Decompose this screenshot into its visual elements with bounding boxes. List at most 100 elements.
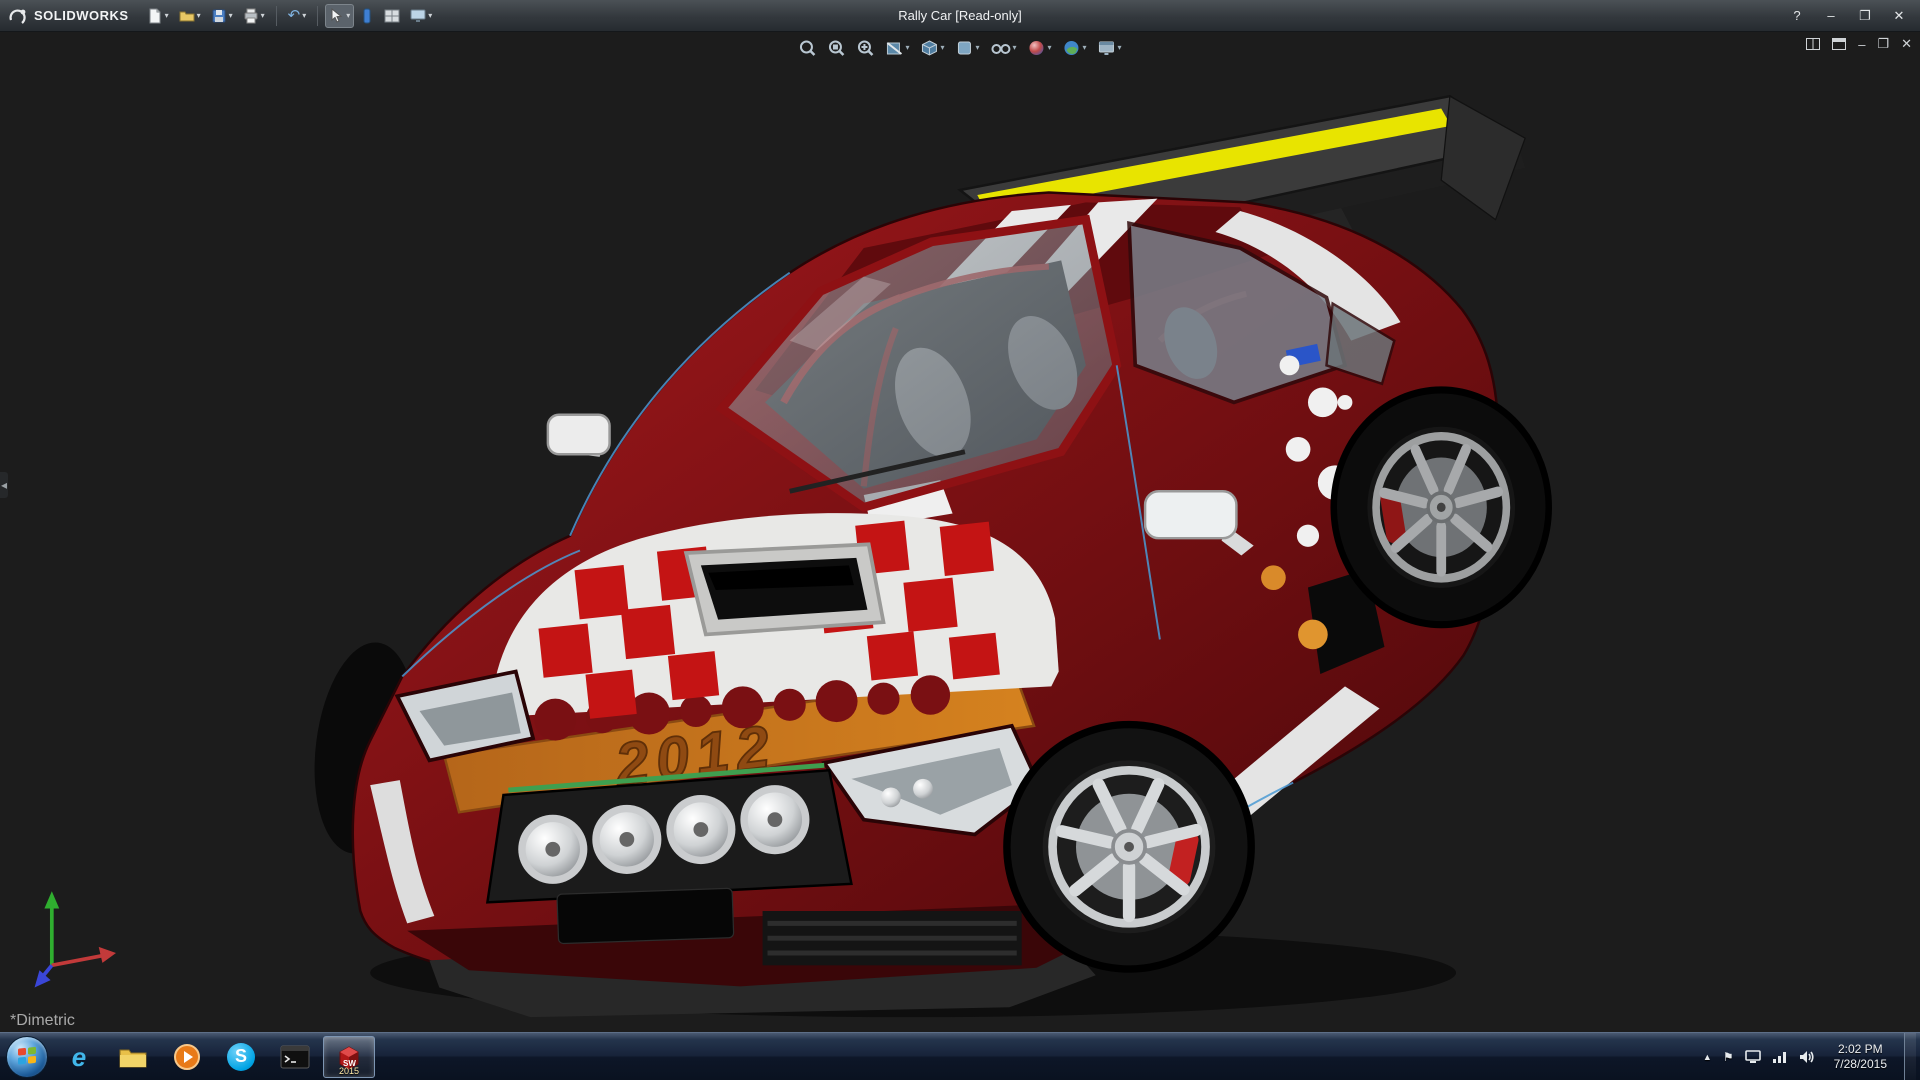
doc-restore-button[interactable]: ❐	[1877, 36, 1889, 52]
dropdown-caret-icon[interactable]: ▾	[229, 12, 233, 20]
dropdown-caret-icon[interactable]: ▾	[165, 12, 169, 20]
dropdown-caret-icon[interactable]: ▾	[940, 44, 944, 52]
edit-appearance-button[interactable]: ▾	[1026, 37, 1054, 59]
license-plate	[557, 888, 734, 943]
grid-display-button[interactable]	[380, 4, 404, 28]
skype-icon: S	[227, 1043, 255, 1071]
window-title: Rally Car [Read-only]	[898, 8, 1022, 23]
display-tray-icon[interactable]	[1745, 1050, 1761, 1064]
grid-icon	[384, 8, 400, 24]
print-icon	[243, 8, 259, 24]
dropdown-caret-icon[interactable]: ▾	[975, 44, 979, 52]
view-settings-button[interactable]: ▾	[1096, 37, 1124, 59]
taskbar-item-internet-explorer[interactable]: e	[53, 1036, 105, 1078]
car-render: 2012	[0, 32, 1920, 1032]
titlebar: SOLIDWORKS ▾ ▾ ▾	[0, 0, 1920, 32]
monitor-icon	[410, 8, 426, 24]
dropdown-caret-icon[interactable]: ▾	[302, 12, 306, 20]
media-player-icon	[173, 1043, 201, 1071]
internet-explorer-icon: e	[72, 1044, 86, 1070]
apply-scene-button[interactable]: ▾	[1061, 37, 1089, 59]
clock-time: 2:02 PM	[1838, 1042, 1883, 1057]
undo-icon: ↶	[288, 8, 301, 23]
help-button[interactable]: ?	[1782, 5, 1812, 27]
brand-text: SOLIDWORKS	[34, 8, 129, 23]
zoom-in-out-icon	[856, 39, 874, 57]
dropdown-caret-icon[interactable]: ▾	[905, 44, 909, 52]
start-button[interactable]	[6, 1036, 48, 1078]
folder-icon	[118, 1044, 148, 1070]
system-tray: ▲ ⚑ 2:02 PM 7/28/2015	[1703, 1033, 1920, 1080]
open-folder-icon	[179, 8, 195, 24]
view-orientation-button[interactable]: ▾	[918, 37, 946, 59]
view-toggle-icon	[360, 8, 374, 24]
open-button[interactable]: ▾	[175, 4, 205, 28]
front-grille	[487, 765, 851, 902]
display-settings-button[interactable]: ▾	[406, 4, 436, 28]
toolbar-separator	[276, 6, 277, 26]
appearance-ball-icon	[1028, 39, 1046, 57]
network-tray-icon[interactable]	[1772, 1050, 1788, 1064]
solidworks-brand: SOLIDWORKS	[0, 6, 143, 26]
solidworks-logo-icon	[8, 6, 28, 26]
select-arrow-icon	[329, 8, 344, 23]
close-button[interactable]: ✕	[1884, 5, 1914, 27]
action-center-flag-icon[interactable]: ⚑	[1723, 1050, 1734, 1064]
print-button[interactable]: ▾	[239, 4, 269, 28]
minimize-button[interactable]: –	[1816, 5, 1846, 27]
solidworks-version-badge: 2015	[339, 1066, 359, 1076]
heads-up-view-toolbar: ▾ ▾ ▾ ▾	[790, 35, 1129, 61]
view-toggle-button[interactable]	[356, 4, 378, 28]
hood-scoop	[686, 544, 883, 634]
dropdown-caret-icon[interactable]: ▾	[1048, 44, 1052, 52]
zoom-area-icon	[827, 39, 845, 57]
view-orientation-label: *Dimetric	[10, 1012, 75, 1030]
show-desktop-button[interactable]	[1904, 1033, 1916, 1080]
view-settings-icon	[1098, 39, 1116, 57]
dropdown-caret-icon[interactable]: ▾	[346, 12, 350, 20]
section-view-button[interactable]: ▾	[883, 37, 911, 59]
zoom-to-fit-button[interactable]	[796, 37, 818, 59]
taskbar-item-media-player[interactable]	[161, 1036, 213, 1078]
pane-split-button[interactable]	[1806, 38, 1820, 50]
display-style-icon	[955, 39, 973, 57]
taskbar-item-solidworks-2015[interactable]: SW 2015	[323, 1036, 375, 1078]
dropdown-caret-icon[interactable]: ▾	[1118, 44, 1122, 52]
dropdown-caret-icon[interactable]: ▾	[1083, 44, 1087, 52]
save-icon	[211, 8, 227, 24]
taskbar-item-command-prompt[interactable]	[269, 1036, 321, 1078]
taskbar: e S SW 2015	[0, 1032, 1920, 1080]
view-cube-icon	[920, 39, 938, 57]
taskbar-item-skype[interactable]: S	[215, 1036, 267, 1078]
dropdown-caret-icon[interactable]: ▾	[197, 12, 201, 20]
section-view-icon	[885, 39, 903, 57]
dropdown-caret-icon[interactable]: ▾	[261, 12, 265, 20]
zoom-to-area-button[interactable]	[825, 37, 847, 59]
panel-collapse-arrow[interactable]: ◂	[0, 472, 8, 498]
glasses-icon	[990, 39, 1010, 57]
taskbar-clock[interactable]: 2:02 PM 7/28/2015	[1828, 1042, 1893, 1072]
rear-wheel	[1334, 390, 1549, 625]
display-style-button[interactable]: ▾	[953, 37, 981, 59]
graphics-viewport[interactable]: 2012	[0, 32, 1920, 1032]
restore-button[interactable]: ❐	[1850, 5, 1880, 27]
single-pane-icon	[1832, 38, 1846, 50]
dropdown-caret-icon[interactable]: ▾	[428, 12, 432, 20]
volume-tray-icon[interactable]	[1799, 1050, 1817, 1064]
doc-minimize-button[interactable]: –	[1858, 37, 1865, 52]
document-window-controls: – ❐ ✕	[1806, 36, 1912, 52]
window-controls: ? – ❐ ✕	[1782, 5, 1914, 27]
taskbar-item-windows-explorer[interactable]	[107, 1036, 159, 1078]
select-tool-button[interactable]: ▾	[325, 4, 354, 28]
pane-single-button[interactable]	[1832, 38, 1846, 50]
undo-button[interactable]: ↶ ▾	[284, 4, 311, 28]
tray-expand-icon[interactable]: ▲	[1703, 1052, 1712, 1062]
dropdown-caret-icon[interactable]: ▾	[1012, 44, 1016, 52]
split-pane-icon	[1806, 38, 1820, 50]
doc-close-button[interactable]: ✕	[1901, 36, 1912, 52]
hide-show-items-button[interactable]: ▾	[988, 37, 1018, 59]
zoom-in-out-button[interactable]	[854, 37, 876, 59]
save-button[interactable]: ▾	[207, 4, 237, 28]
new-document-button[interactable]: ▾	[143, 4, 173, 28]
skype-letter: S	[235, 1046, 247, 1067]
